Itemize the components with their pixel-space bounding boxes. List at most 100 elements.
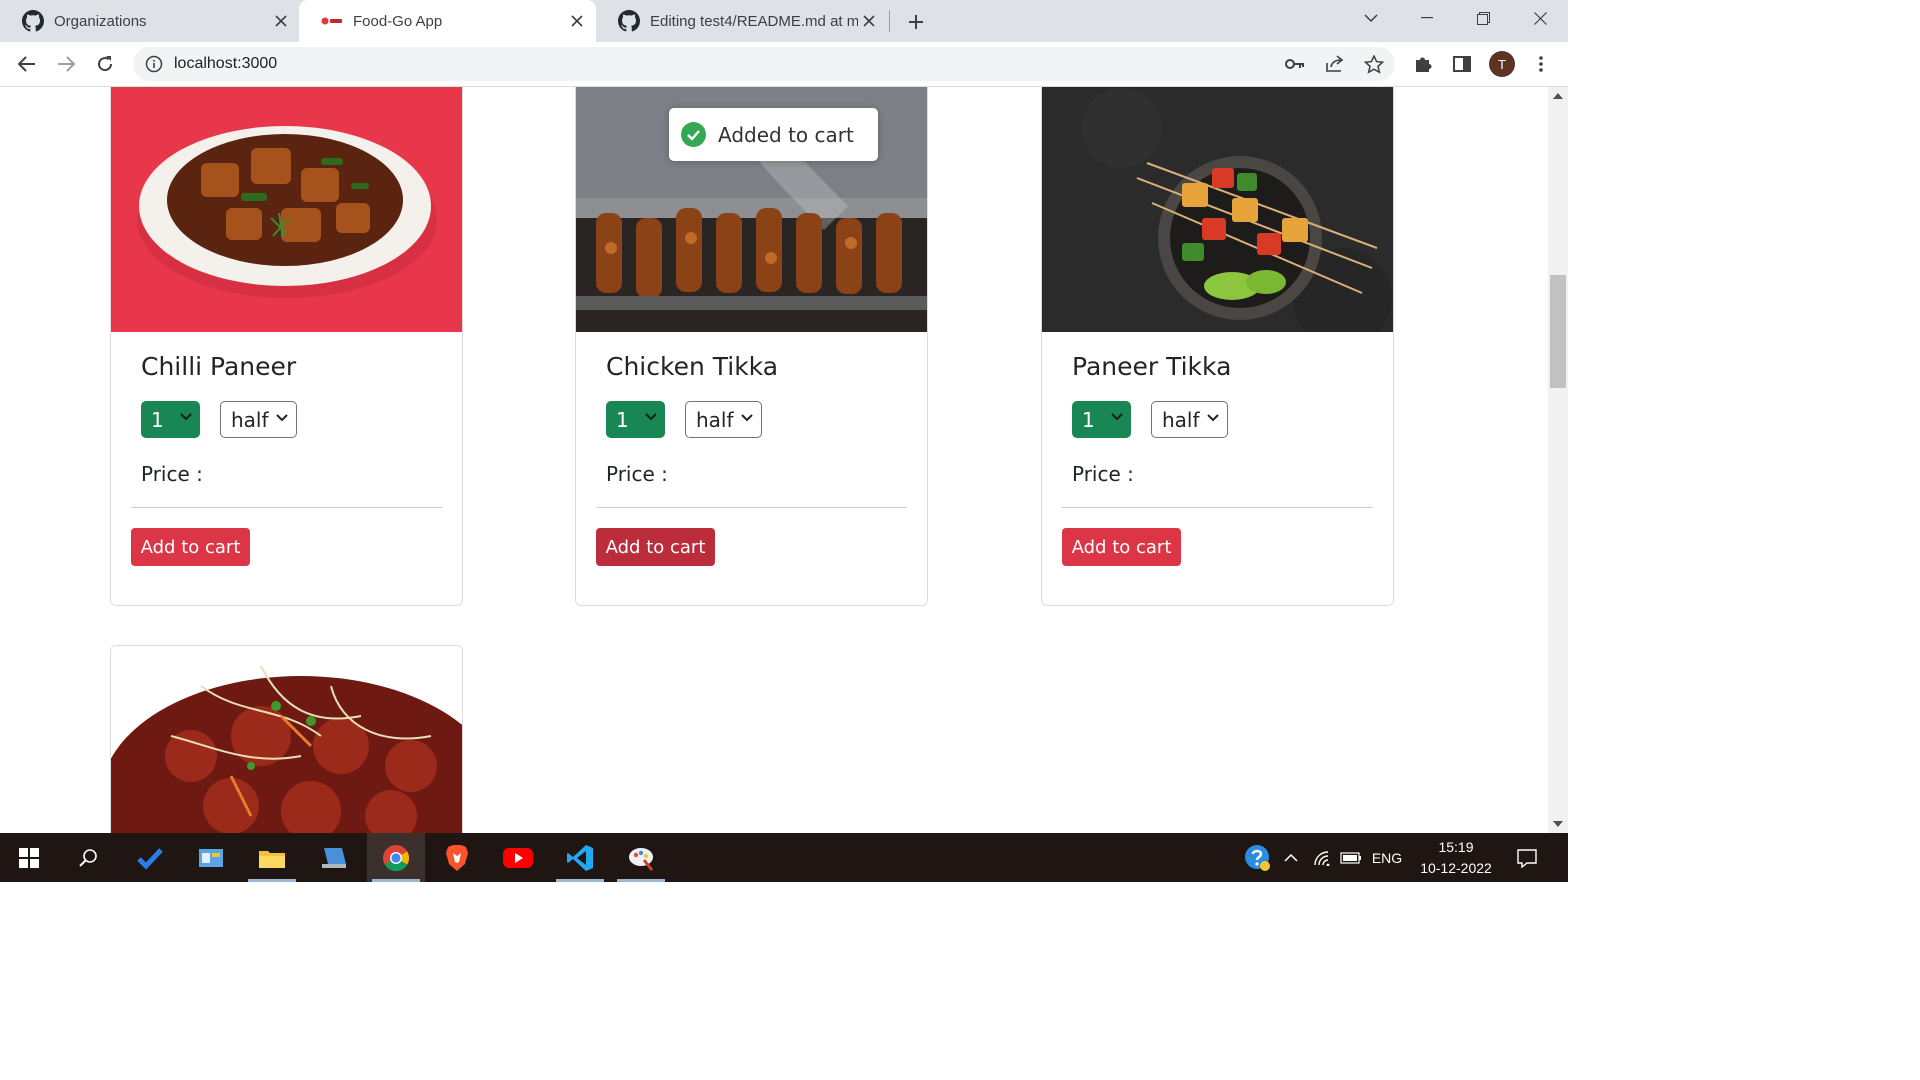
windows-taskbar: ENG 15:19 10-12-2022 <box>0 833 1568 882</box>
forward-button[interactable] <box>51 49 81 79</box>
taskbar-file-explorer[interactable] <box>243 833 301 882</box>
quantity-select[interactable]: 1 <box>606 401 665 438</box>
tab-organizations[interactable]: Organizations <box>0 0 300 42</box>
add-to-cart-button[interactable]: Add to cart <box>596 528 715 566</box>
profile-avatar[interactable]: T <box>1489 51 1515 77</box>
running-indicator <box>372 879 420 882</box>
help-tray-icon[interactable] <box>1240 833 1276 882</box>
close-tab-icon[interactable] <box>858 10 880 32</box>
card-divider <box>131 507 442 508</box>
tab-title: Organizations <box>54 12 147 30</box>
tab-separator <box>889 10 890 32</box>
extensions-puzzle-icon[interactable] <box>1411 52 1435 76</box>
url-text: localhost:3000 <box>174 55 278 72</box>
show-hidden-icons-button[interactable] <box>1280 833 1302 882</box>
notifications-button[interactable] <box>1512 833 1542 882</box>
taskbar-todo[interactable] <box>121 833 179 882</box>
price-label: Price : <box>606 462 668 486</box>
taskbar-search-button[interactable] <box>60 833 118 882</box>
search-icon <box>79 848 97 867</box>
food-card-partial <box>110 645 463 833</box>
chilli-paneer-image <box>111 87 462 332</box>
close-window-button[interactable] <box>1512 0 1568 36</box>
minimize-button[interactable] <box>1399 0 1455 36</box>
toast-message: Added to cart <box>718 122 854 147</box>
reload-button[interactable] <box>90 49 120 79</box>
running-indicator <box>556 879 604 882</box>
restore-icon <box>1476 11 1490 25</box>
running-indicator <box>248 879 296 882</box>
password-key-icon[interactable] <box>1284 54 1306 74</box>
browser-menu-icon[interactable] <box>1529 52 1553 76</box>
restore-button[interactable] <box>1455 0 1511 36</box>
forward-arrow-icon <box>58 56 75 72</box>
computer-icon <box>322 847 346 868</box>
add-to-cart-button[interactable]: Add to cart <box>131 528 250 566</box>
back-button[interactable] <box>12 49 42 79</box>
scroll-thumb[interactable] <box>1550 275 1566 388</box>
scroll-down-arrow-icon[interactable] <box>1553 821 1563 827</box>
back-arrow-icon <box>18 56 35 72</box>
taskbar-control-panel[interactable] <box>182 833 240 882</box>
size-select[interactable]: half <box>220 401 297 438</box>
battery-icon[interactable] <box>1338 833 1364 882</box>
tab-search-button[interactable] <box>1343 0 1399 36</box>
reload-icon <box>98 56 113 72</box>
chevron-down-icon <box>180 413 192 421</box>
add-to-cart-button[interactable]: Add to cart <box>1062 528 1181 566</box>
share-icon[interactable] <box>1324 54 1346 74</box>
size-select[interactable]: half <box>685 401 762 438</box>
paint-icon <box>629 847 654 871</box>
page-scrollbar[interactable] <box>1548 87 1568 833</box>
quantity-value: 1 <box>1082 407 1095 432</box>
scroll-up-arrow-icon[interactable] <box>1553 93 1563 99</box>
tab-strip: Organizations Food-Go App Editing test4/… <box>0 0 1568 42</box>
windows-start-icon <box>19 847 39 868</box>
youtube-icon <box>503 847 533 868</box>
taskbar-computer[interactable] <box>305 833 363 882</box>
language-indicator[interactable]: ENG <box>1366 833 1408 882</box>
start-button[interactable] <box>0 833 58 882</box>
site-info-icon[interactable] <box>145 55 163 78</box>
side-panel-icon[interactable] <box>1450 52 1474 76</box>
size-select[interactable]: half <box>1151 401 1228 438</box>
close-icon <box>1533 11 1547 25</box>
quantity-value: 1 <box>616 407 629 432</box>
new-tab-button[interactable] <box>902 8 930 36</box>
paneer-tikka-image <box>1042 87 1393 332</box>
chevron-down-icon <box>741 414 753 422</box>
food-go-favicon <box>321 17 342 25</box>
quantity-select[interactable]: 1 <box>141 401 200 438</box>
chevron-down-icon <box>1207 414 1219 422</box>
chrome-icon <box>383 844 410 871</box>
taskbar-youtube[interactable] <box>489 833 547 882</box>
page-viewport: Chilli Paneer 1 half Price : Add to cart <box>0 87 1548 833</box>
chevron-down-icon <box>276 414 288 422</box>
success-check-icon <box>681 122 706 147</box>
control-panel-icon <box>199 848 223 867</box>
size-value: half <box>231 407 269 432</box>
minimize-icon <box>1421 17 1433 19</box>
chilli-chicken-image <box>111 646 462 833</box>
notification-center-icon <box>1517 848 1537 868</box>
size-value: half <box>696 407 734 432</box>
taskbar-vscode[interactable] <box>551 833 609 882</box>
taskbar-chrome[interactable] <box>367 833 425 882</box>
bookmark-star-icon[interactable] <box>1363 54 1385 74</box>
address-bar[interactable]: localhost:3000 <box>133 47 1395 81</box>
close-tab-icon[interactable] <box>270 10 292 32</box>
quantity-select[interactable]: 1 <box>1072 401 1131 438</box>
taskbar-clock[interactable]: 15:19 10-12-2022 <box>1409 837 1503 879</box>
tab-editing-readme[interactable]: Editing test4/README.md at mai <box>596 0 888 42</box>
wifi-icon[interactable] <box>1310 833 1336 882</box>
github-icon <box>618 10 640 32</box>
tab-food-go-app[interactable]: Food-Go App <box>299 0 596 42</box>
taskbar-brave[interactable] <box>428 833 486 882</box>
tab-title: Food-Go App <box>353 12 443 30</box>
close-tab-icon[interactable] <box>566 10 588 32</box>
taskbar-paint[interactable] <box>612 833 670 882</box>
brave-icon <box>446 844 468 871</box>
food-name: Chicken Tikka <box>606 352 779 381</box>
card-divider <box>596 507 907 508</box>
chevron-down-icon <box>1111 413 1123 421</box>
